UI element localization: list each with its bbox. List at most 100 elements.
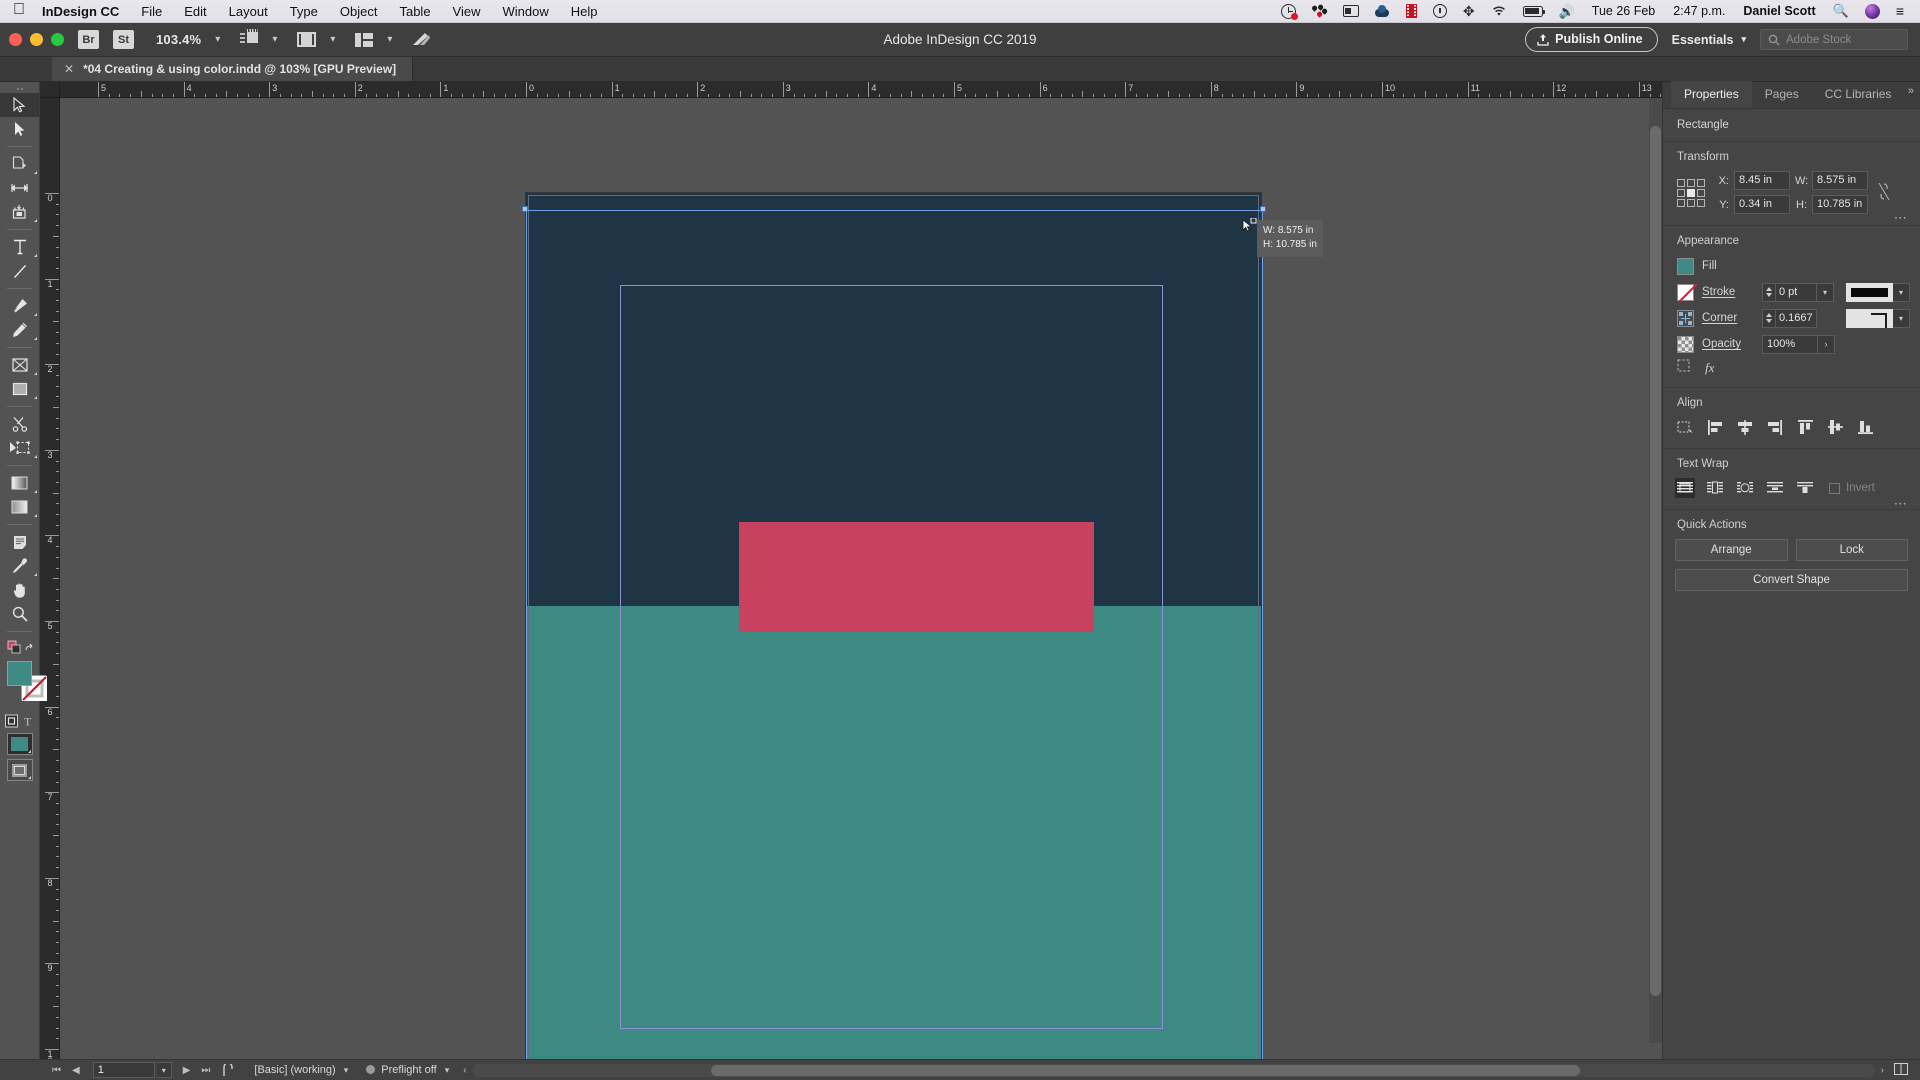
gradient-swatch-tool[interactable] <box>0 471 39 495</box>
menu-type[interactable]: Type <box>279 0 329 23</box>
apple-icon[interactable]:  <box>0 2 38 20</box>
corner-options-icon[interactable] <box>1677 309 1694 327</box>
publish-online-button[interactable]: Publish Online <box>1525 27 1658 52</box>
spread-view-icon[interactable] <box>1890 1062 1920 1078</box>
content-collector-tool[interactable] <box>0 200 39 224</box>
scroll-right-icon[interactable]: › <box>1881 1065 1884 1076</box>
stroke-row[interactable]: Stroke 0 pt ▾ ▾ <box>1663 281 1920 303</box>
pathfinder-icon[interactable] <box>1304 0 1335 23</box>
wifi-icon[interactable] <box>1483 0 1515 23</box>
columns-icon[interactable] <box>355 32 374 47</box>
minimize-window-button[interactable] <box>30 33 43 46</box>
master-page-icon[interactable] <box>210 1063 246 1077</box>
bluetooth-icon[interactable]: ✥ <box>1455 0 1483 23</box>
close-window-button[interactable] <box>9 33 22 46</box>
fill-swatch[interactable] <box>7 661 32 686</box>
timemachine-icon[interactable] <box>1425 0 1455 23</box>
corner-row[interactable]: Corner 0.1667 ir ▾ <box>1663 307 1920 329</box>
vertical-scrollbar-thumb[interactable] <box>1650 126 1661 996</box>
wrap-bounding-box-icon[interactable] <box>1705 478 1725 498</box>
columns-chevron-down-icon[interactable]: ▾ <box>387 34 392 45</box>
align-top-edges-icon[interactable] <box>1795 417 1815 437</box>
menu-help[interactable]: Help <box>560 0 609 23</box>
fx-button[interactable]: fx <box>1705 360 1714 376</box>
wrap-object-shape-icon[interactable] <box>1735 478 1755 498</box>
preflight-chevron-down-icon[interactable]: ▾ <box>445 1065 458 1076</box>
tools-drag-handle[interactable] <box>0 84 39 93</box>
stroke-weight-chevron-down-icon[interactable]: ▾ <box>1817 282 1834 302</box>
jump-object-icon[interactable] <box>1765 478 1785 498</box>
stroke-style-chevron-down-icon[interactable]: ▾ <box>1893 282 1910 302</box>
h-field[interactable]: 10.785 in <box>1812 195 1868 214</box>
preset-chevron-down-icon[interactable]: ▾ <box>344 1065 359 1076</box>
screen-mode-icon[interactable] <box>240 29 259 47</box>
stroke-weight-field[interactable]: 0 pt <box>1775 282 1817 302</box>
zoom-level-value[interactable]: 103.4% <box>156 32 201 47</box>
invert-checkbox[interactable] <box>1829 482 1840 494</box>
preset-label[interactable]: [Basic] (working) <box>246 1064 343 1076</box>
zoom-level-chevron-down-icon[interactable]: ▾ <box>215 34 220 45</box>
text-wrap-more-options-icon[interactable]: ⋯ <box>1894 497 1908 510</box>
gradient-feather-tool[interactable] <box>0 495 39 519</box>
document-viewport[interactable]: W: 8.575 in H: 10.785 in <box>60 98 1646 1064</box>
align-bottom-edges-icon[interactable] <box>1855 417 1875 437</box>
canvas-area[interactable]: 54321012345678910111213 01234567891011 <box>40 82 1662 1080</box>
convert-shape-button[interactable]: Convert Shape <box>1675 569 1908 591</box>
menu-bar-user[interactable]: Daniel Scott <box>1734 4 1824 18</box>
selection-handle[interactable] <box>522 206 528 212</box>
maximize-window-button[interactable] <box>51 33 64 46</box>
film-icon[interactable] <box>1398 0 1425 23</box>
tab-pages[interactable]: Pages <box>1752 81 1812 108</box>
corner-size-field[interactable]: 0.1667 ir <box>1775 308 1817 328</box>
horizontal-scrollbar-track[interactable] <box>472 1063 1875 1077</box>
pen-tool[interactable] <box>0 294 39 318</box>
document-page[interactable] <box>522 193 1266 1064</box>
align-vertical-centers-icon[interactable] <box>1825 417 1845 437</box>
corner-label[interactable]: Corner <box>1702 312 1754 324</box>
transform-more-options-icon[interactable]: ⋯ <box>1894 211 1908 224</box>
rectangle-tool[interactable] <box>0 377 39 401</box>
volume-icon[interactable]: 🔊 <box>1551 0 1583 23</box>
stroke-weight-stepper[interactable] <box>1762 282 1775 302</box>
horizontal-ruler[interactable]: 5 4 3 2 1 0 1 2 3 4 5 6 7 8 9 10 11 12 13 <box>60 82 1662 98</box>
eyedropper-tool[interactable] <box>0 554 39 578</box>
preflight-status[interactable]: Preflight off <box>358 1064 444 1076</box>
vertical-ruler[interactable]: 01234567891011 <box>40 98 60 1080</box>
opacity-row[interactable]: Opacity 100% › <box>1663 333 1920 355</box>
corner-size-stepper[interactable] <box>1762 308 1775 328</box>
ruler-origin-corner[interactable] <box>40 82 60 98</box>
dropbox-icon[interactable] <box>1273 0 1304 23</box>
opacity-label[interactable]: Opacity <box>1702 338 1754 350</box>
note-tool[interactable] <box>0 530 39 554</box>
align-horizontal-centers-icon[interactable] <box>1735 417 1755 437</box>
no-text-wrap-icon[interactable] <box>1675 478 1695 498</box>
menu-view[interactable]: View <box>442 0 492 23</box>
jump-next-column-icon[interactable] <box>1795 478 1815 498</box>
bird-icon[interactable] <box>412 32 431 47</box>
stroke-color-swatch[interactable] <box>1677 283 1694 301</box>
fill-row[interactable]: Fill <box>1663 255 1920 277</box>
stroke-label[interactable]: Stroke <box>1702 286 1754 298</box>
scroll-left-icon[interactable]: ‹ <box>463 1065 466 1076</box>
w-field[interactable]: 8.575 in <box>1812 171 1868 190</box>
menu-file[interactable]: File <box>130 0 173 23</box>
close-icon[interactable]: ✕ <box>64 62 74 76</box>
zoom-tool[interactable] <box>0 602 39 626</box>
page-tool[interactable] <box>0 152 39 176</box>
selection-handle[interactable] <box>1260 206 1266 212</box>
corner-shape-chevron-down-icon[interactable]: ▾ <box>1893 308 1910 328</box>
reference-point-proxy[interactable] <box>1677 178 1705 207</box>
align-to-selection-icon[interactable] <box>1675 417 1695 437</box>
stroke-style-preview[interactable] <box>1846 282 1893 302</box>
workspace-chevron-down-icon[interactable]: ▾ <box>1741 34 1746 45</box>
frame-view-chevron-down-icon[interactable]: ▾ <box>330 34 335 45</box>
document-tab[interactable]: ✕ *04 Creating & using color.indd @ 103%… <box>52 56 414 81</box>
line-tool[interactable] <box>0 259 39 283</box>
lock-button[interactable]: Lock <box>1795 539 1908 561</box>
page-number-chevron-down-icon[interactable]: ▾ <box>156 1062 172 1078</box>
gap-tool[interactable] <box>0 176 39 200</box>
selection-bounding-box[interactable] <box>526 210 1263 1064</box>
align-right-edges-icon[interactable] <box>1765 417 1785 437</box>
frame-tool[interactable] <box>0 353 39 377</box>
apply-gradient-button[interactable] <box>0 757 39 783</box>
